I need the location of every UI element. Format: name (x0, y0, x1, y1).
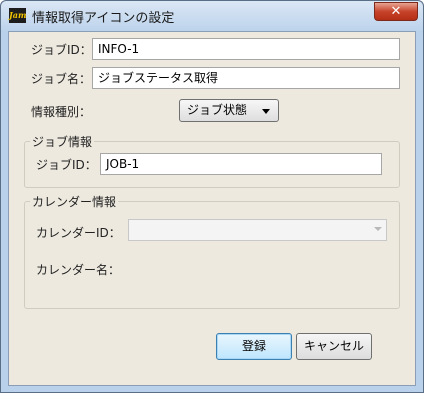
calendar-id-label: カレンダーID： (36, 226, 121, 240)
close-button[interactable]: ✕ (374, 2, 418, 21)
window-title: 情報取得アイコンの設定 (32, 11, 175, 26)
title-bar[interactable]: Jam 情報取得アイコンの設定 ✕ (1, 1, 423, 31)
register-button[interactable]: 登録 (216, 333, 292, 360)
job-name-input[interactable]: ジョブステータス取得 (92, 67, 400, 89)
dialog-window: Jam 情報取得アイコンの設定 ✕ ジョブID： INFO-1 ジョブ名： ジョ… (0, 0, 424, 393)
job-info-job-id-label: ジョブID： (36, 158, 97, 172)
close-icon: ✕ (390, 4, 402, 19)
dialog-body: ジョブID： INFO-1 ジョブ名： ジョブステータス取得 情報種別： ジョブ… (8, 31, 416, 386)
job-name-label: ジョブ名： (31, 72, 92, 86)
info-type-select[interactable]: ジョブ状態 (179, 99, 279, 122)
job-info-job-id-input[interactable]: JOB-1 (100, 153, 382, 175)
job-id-label: ジョブID： (31, 43, 92, 57)
info-type-selected: ジョブ状態 (187, 103, 248, 117)
job-info-group-title: ジョブ情報 (30, 133, 95, 150)
calendar-group-title: カレンダー情報 (30, 193, 119, 210)
calendar-group (24, 201, 400, 309)
info-type-label: 情報種別： (31, 105, 92, 119)
cancel-button[interactable]: キャンセル (296, 333, 372, 360)
calendar-id-select[interactable] (128, 219, 387, 241)
job-id-input[interactable]: INFO-1 (92, 38, 400, 60)
app-logo-icon: Jam (9, 8, 26, 23)
chevron-down-icon (262, 109, 270, 114)
calendar-name-label: カレンダー名： (36, 263, 121, 277)
